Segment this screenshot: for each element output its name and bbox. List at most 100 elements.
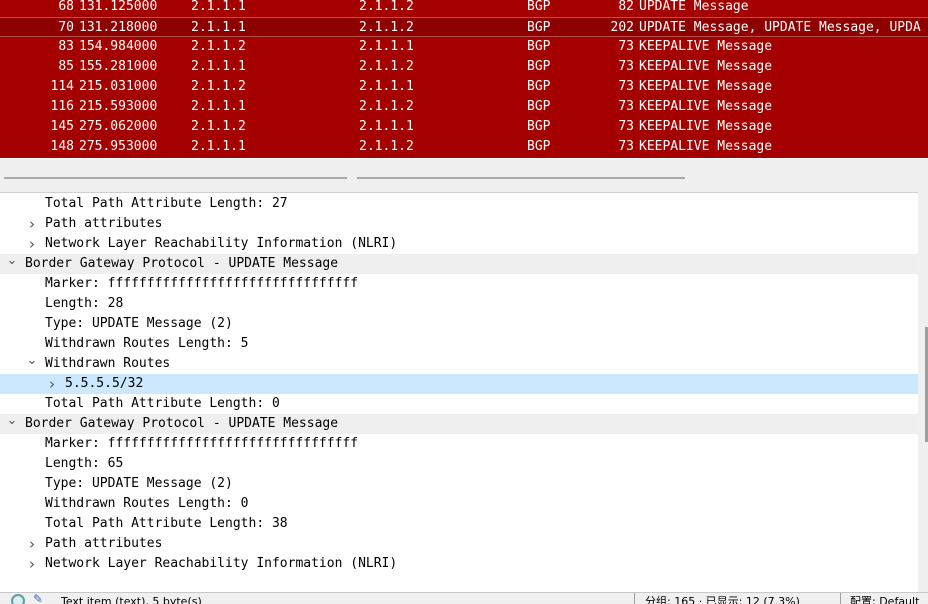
tree-item-label: Total Path Attribute Length: 0	[45, 396, 280, 411]
packet-info: KEEPALIVE Message	[639, 59, 773, 74]
tree-item[interactable]: ⌄ Withdrawn Routes	[0, 354, 918, 374]
tree-item-label: Type: UPDATE Message (2)	[45, 476, 233, 491]
tree-item-label: 5.5.5.5/32	[65, 376, 144, 391]
packet-time: 215.031000	[79, 79, 158, 94]
tree-item[interactable]: › Network Layer Reachability Information …	[0, 554, 918, 574]
packet-source: 2.1.1.1	[191, 99, 246, 114]
packet-destination: 2.1.1.1	[359, 119, 414, 134]
packet-row[interactable]: 83 154.984000 2.1.1.2 2.1.1.1 BGP 73 KEEPALIVE…	[0, 37, 928, 57]
tree-item[interactable]: Total Path Attribute Length: 27	[0, 194, 918, 214]
packet-source: 2.1.1.1	[191, 59, 246, 74]
packet-source: 2.1.1.1	[191, 139, 246, 154]
packet-time: 131.125000	[79, 0, 158, 14]
packet-length: 202	[610, 20, 634, 35]
chevron-down-icon[interactable]: ⌄	[6, 254, 18, 268]
status-bar: ✎ Text item (text), 5 byte(s) 分组: 165 · …	[0, 592, 928, 604]
packet-info: KEEPALIVE Message	[639, 119, 773, 134]
packet-row[interactable]: 68 131.125000 2.1.1.1 2.1.1.2 BGP 82 UPDATE Me…	[0, 0, 928, 17]
tree-item[interactable]: Length: 28	[0, 294, 918, 314]
chevron-right-icon[interactable]: ›	[26, 214, 38, 234]
tree-item[interactable]: › Path attributes	[0, 534, 918, 554]
packet-length: 82	[618, 0, 634, 14]
packet-info: UPDATE Message, UPDATE Message, UPDA	[639, 20, 921, 35]
chevron-down-icon[interactable]: ⌄	[6, 414, 18, 428]
chevron-right-icon[interactable]: ›	[26, 234, 38, 254]
status-separator	[634, 593, 635, 604]
packet-number: 148	[50, 139, 74, 154]
tree-item-label: Network Layer Reachability Information (…	[45, 556, 398, 571]
packet-list[interactable]: 68 131.125000 2.1.1.1 2.1.1.2 BGP 82 UPDATE Me…	[0, 0, 928, 158]
packet-destination: 2.1.1.1	[359, 79, 414, 94]
packet-list-hscroll-right[interactable]	[357, 177, 685, 179]
packet-source: 2.1.1.1	[191, 0, 246, 14]
tree-item[interactable]: › Network Layer Reachability Information …	[0, 234, 918, 254]
packet-protocol: BGP	[527, 59, 551, 74]
pane-splitter[interactable]	[0, 158, 928, 192]
chevron-right-icon[interactable]: ›	[26, 554, 38, 574]
tree-item[interactable]: Withdrawn Routes Length: 5	[0, 334, 918, 354]
expert-info-icon[interactable]	[11, 594, 25, 604]
packet-row[interactable]: 116 215.593000 2.1.1.1 2.1.1.2 BGP 73 KEEPALIV…	[0, 97, 928, 117]
tree-item-label: Border Gateway Protocol - UPDATE Message	[25, 256, 339, 271]
chevron-right-icon[interactable]: ›	[26, 534, 38, 554]
packet-time: 275.062000	[79, 119, 158, 134]
packet-protocol: BGP	[527, 0, 551, 14]
packet-protocol: BGP	[527, 39, 551, 54]
packet-source: 2.1.1.2	[191, 119, 246, 134]
tree-item-label: Total Path Attribute Length: 27	[45, 196, 288, 211]
tree-item-label: Length: 65	[45, 456, 124, 471]
packet-number: 70	[58, 20, 74, 35]
chevron-down-icon[interactable]: ⌄	[26, 354, 38, 368]
tree-item[interactable]: › 5.5.5.5/32	[0, 374, 918, 394]
tree-item[interactable]: ⌄ Border Gateway Protocol - UPDATE Messag…	[0, 254, 918, 274]
packet-details-tree[interactable]: Total Path Attribute Length: 27 › Path att…	[0, 192, 928, 592]
status-text: Text item (text), 5 byte(s)	[61, 595, 202, 604]
tree-item-label: Marker: ffffffffffffffffffffffffffffffff	[45, 276, 359, 291]
tree-item-label: Withdrawn Routes Length: 5	[45, 336, 249, 351]
status-profile[interactable]: 配置: Default	[850, 596, 919, 604]
edit-comment-icon[interactable]: ✎	[33, 593, 49, 604]
status-separator	[840, 593, 841, 604]
tree-item[interactable]: ⌄ Border Gateway Protocol - UPDATE Messag…	[0, 414, 918, 434]
packet-row[interactable]: 70 131.218000 2.1.1.1 2.1.1.2 BGP 202 UPDATE M…	[0, 17, 928, 37]
packet-row[interactable]: 85 155.281000 2.1.1.1 2.1.1.2 BGP 73 KEEPALIVE…	[0, 57, 928, 77]
packet-source: 2.1.1.1	[191, 20, 246, 35]
packet-protocol: BGP	[527, 119, 551, 134]
tree-item-label: Withdrawn Routes Length: 0	[45, 496, 249, 511]
details-vertical-scrollbar[interactable]	[918, 192, 928, 592]
tree-item-label: Type: UPDATE Message (2)	[45, 316, 233, 331]
tree-item[interactable]: › Path attributes	[0, 214, 918, 234]
tree-item[interactable]: Total Path Attribute Length: 38	[0, 514, 918, 534]
packet-time: 215.593000	[79, 99, 158, 114]
packet-number: 83	[58, 39, 74, 54]
packet-length: 73	[618, 39, 634, 54]
packet-row[interactable]: 145 275.062000 2.1.1.2 2.1.1.1 BGP 73 KEEPALIV…	[0, 117, 928, 137]
tree-item[interactable]: Type: UPDATE Message (2)	[0, 314, 918, 334]
tree-item[interactable]: Withdrawn Routes Length: 0	[0, 494, 918, 514]
tree-item[interactable]: Marker: ffffffffffffffffffffffffffffffff	[0, 274, 918, 294]
packet-info: KEEPALIVE Message	[639, 139, 773, 154]
packet-number: 68	[58, 0, 74, 14]
packet-destination: 2.1.1.1	[359, 39, 414, 54]
packet-length: 73	[618, 99, 634, 114]
packet-list-hscroll-left[interactable]	[4, 177, 347, 179]
packet-time: 275.953000	[79, 139, 158, 154]
tree-item-label: Marker: ffffffffffffffffffffffffffffffff	[45, 436, 359, 451]
tree-item[interactable]: Total Path Attribute Length: 0	[0, 394, 918, 414]
chevron-right-icon[interactable]: ›	[46, 374, 58, 394]
tree-item[interactable]: Length: 65	[0, 454, 918, 474]
tree-item-label: Path attributes	[45, 536, 163, 551]
packet-destination: 2.1.1.2	[359, 0, 414, 14]
packet-protocol: BGP	[527, 20, 551, 35]
tree-item-label: Network Layer Reachability Information (…	[45, 236, 398, 251]
packet-row[interactable]: 114 215.031000 2.1.1.2 2.1.1.1 BGP 73 KEEPALIV…	[0, 77, 928, 97]
packet-row[interactable]: 148 275.953000 2.1.1.1 2.1.1.2 BGP 73 KEEPALIV…	[0, 137, 928, 157]
tree-item[interactable]: Marker: ffffffffffffffffffffffffffffffff	[0, 434, 918, 454]
packet-length: 73	[618, 119, 634, 134]
tree-item[interactable]: Type: UPDATE Message (2)	[0, 474, 918, 494]
packet-time: 155.281000	[79, 59, 158, 74]
packet-info: KEEPALIVE Message	[639, 39, 773, 54]
packet-length: 73	[618, 139, 634, 154]
packet-source: 2.1.1.2	[191, 79, 246, 94]
packet-protocol: BGP	[527, 99, 551, 114]
